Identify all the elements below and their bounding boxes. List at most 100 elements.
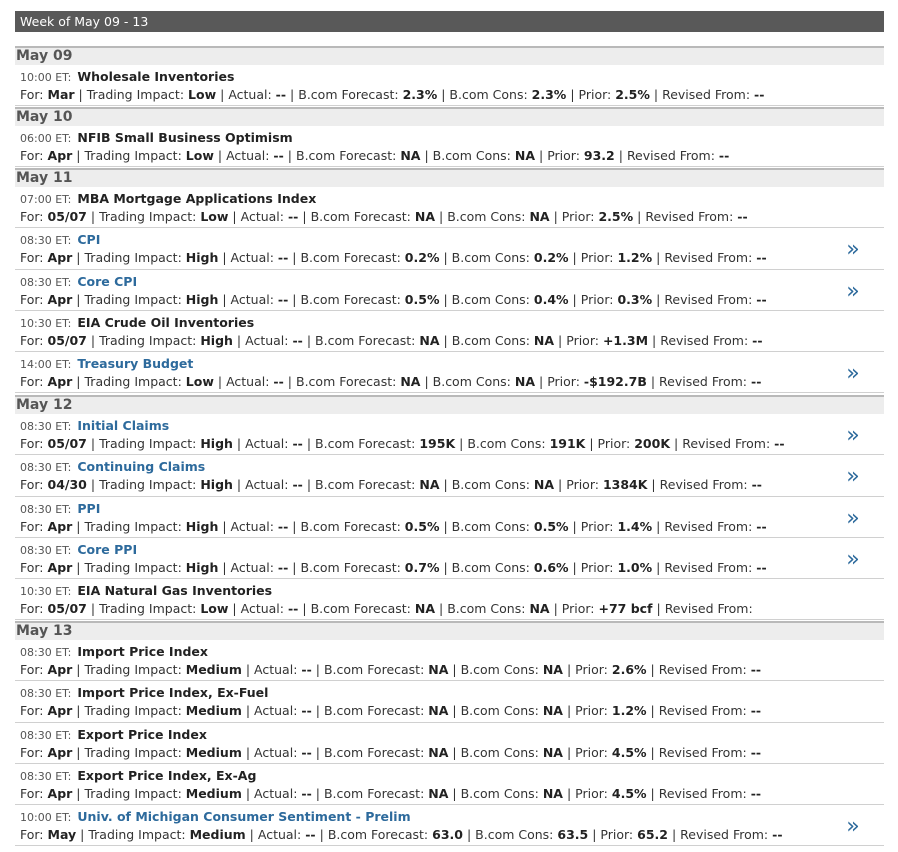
separator: | <box>245 785 251 801</box>
event-name-link[interactable]: Univ. of Michigan Consumer Sentiment - P… <box>77 809 410 824</box>
separator: | <box>656 291 661 307</box>
period-value: Apr <box>47 518 73 534</box>
event-time-zone: ET: <box>55 769 72 783</box>
separator: | <box>302 209 307 224</box>
event-time-zone: ET: <box>55 234 72 248</box>
bcom-consensus-value: 63.5 <box>557 827 589 843</box>
bcom-consensus-label: B.com Cons: <box>447 601 526 617</box>
separator: | <box>90 436 96 451</box>
period-value: Apr <box>47 703 73 719</box>
event-row: 08:30 ET: Continuing Claims For: 04/30 | T… <box>15 455 884 497</box>
event-name: MBA Mortgage Applications Index <box>77 191 317 206</box>
event-time-value: 08:30 <box>20 275 52 289</box>
event-details: For: Mar | Trading Impact: Low | Actual:… <box>20 86 764 104</box>
actual-label: Actual: <box>228 87 272 102</box>
period-value: May <box>47 827 77 843</box>
double-chevron-right-icon[interactable]: » <box>844 507 862 529</box>
prior-label: Prior: <box>547 374 580 390</box>
bcom-consensus-label: B.com Cons: <box>460 703 539 719</box>
event-name-link[interactable]: Initial Claims <box>77 418 169 433</box>
separator: | <box>656 559 661 575</box>
event-time-value: 08:30 <box>20 502 52 516</box>
event-name-link[interactable]: PPI <box>77 501 100 516</box>
bcom-forecast-label: B.com Forecast: <box>300 559 401 575</box>
event-name-link[interactable]: Treasury Budget <box>77 356 193 371</box>
bcom-forecast-label: B.com Forecast: <box>323 703 425 719</box>
event-heading: 08:30 ET: Import Price Index <box>20 642 208 660</box>
double-chevron-right-icon[interactable]: » <box>844 280 862 302</box>
week-header: Week of May 09 - 13 <box>15 11 884 32</box>
separator: | <box>424 148 429 163</box>
double-chevron-right-icon[interactable]: » <box>844 816 862 838</box>
event-time-value: 10:30 <box>20 585 52 599</box>
event-row: 14:00 ET: Treasury Budget For: Apr | Tradi… <box>15 352 884 394</box>
actual-value: -- <box>277 559 289 575</box>
event-heading: 14:00 ET: Treasury Budget <box>20 354 193 372</box>
day-header: May 11 <box>15 168 884 187</box>
double-chevron-right-icon[interactable]: » <box>844 548 862 570</box>
bcom-forecast-label: B.com Forecast: <box>298 87 399 102</box>
separator: | <box>572 250 577 266</box>
event-time-value: 08:30 <box>20 461 52 475</box>
event-time-zone: ET: <box>55 461 72 475</box>
prior-value: 1384K <box>602 477 648 493</box>
event-row: 08:30 ET: Export Price Index For: Apr | Tr… <box>15 723 884 764</box>
separator: | <box>452 785 457 801</box>
event-heading: 08:30 ET: Import Price Index, Ex-Fuel <box>20 683 268 701</box>
double-chevron-right-icon[interactable]: » <box>844 425 862 447</box>
event-time-zone: ET: <box>55 585 72 599</box>
double-chevron-right-icon[interactable]: » <box>844 466 862 488</box>
event-name-link[interactable]: Core CPI <box>77 274 137 289</box>
event-name-link[interactable]: Core PPI <box>77 542 137 557</box>
event-time: 14:00 ET: <box>20 358 71 371</box>
separator: | <box>222 518 227 534</box>
separator: | <box>618 148 623 163</box>
trading-impact-label: Trading Impact: <box>84 744 182 760</box>
actual-value: -- <box>301 744 312 760</box>
bcom-forecast-label: B.com Forecast: <box>300 291 401 307</box>
separator: | <box>292 559 297 575</box>
event-details: For: Apr | Trading Impact: High | Actual… <box>20 518 767 536</box>
revised-from-label: Revised From: <box>658 662 747 677</box>
bcom-forecast-value: NA <box>428 785 449 801</box>
separator: | <box>76 559 81 575</box>
separator: | <box>245 703 251 719</box>
actual-value: -- <box>277 291 289 307</box>
separator: | <box>315 785 320 801</box>
separator: | <box>292 250 297 266</box>
bcom-forecast-value: NA <box>428 744 449 760</box>
event-row: 10:30 ET: EIA Crude Oil Inventories For: 0… <box>15 311 884 353</box>
event-name-link[interactable]: Continuing Claims <box>77 459 205 474</box>
separator: | <box>558 332 563 348</box>
revised-from-value: -- <box>754 87 765 102</box>
double-chevron-right-icon[interactable]: » <box>844 239 862 261</box>
event-time-zone: ET: <box>55 132 72 145</box>
actual-value: -- <box>301 703 312 719</box>
double-chevron-right-icon[interactable]: » <box>844 363 862 385</box>
event-time-zone: ET: <box>55 358 72 372</box>
trading-impact-value: Low <box>185 148 214 163</box>
period-value: 05/07 <box>47 601 87 617</box>
event-row: 08:30 ET: CPI For: Apr | Trading Impact: H… <box>15 228 884 270</box>
revised-from-label: Revised From: <box>664 559 753 575</box>
separator: | <box>452 662 457 677</box>
bcom-forecast-value: NA <box>400 374 421 390</box>
day-header: May 10 <box>15 107 884 126</box>
bcom-consensus-value: NA <box>514 148 536 163</box>
separator: | <box>650 374 656 390</box>
event-heading: 08:30 ET: Core PPI <box>20 540 137 558</box>
bcom-forecast-value: 195K <box>419 436 456 451</box>
bcom-consensus-label: B.com Cons: <box>451 291 530 307</box>
separator: | <box>650 785 655 801</box>
event-heading: 10:30 ET: EIA Crude Oil Inventories <box>20 313 254 331</box>
separator: | <box>236 436 242 451</box>
separator: | <box>441 87 446 102</box>
bcom-consensus-value: NA <box>542 703 563 719</box>
revised-from-value: -- <box>756 250 767 266</box>
event-name-link[interactable]: CPI <box>77 232 100 247</box>
prior-label: Prior: <box>547 148 580 163</box>
bcom-consensus-label: B.com Cons: <box>460 662 539 677</box>
actual-value: -- <box>287 209 299 224</box>
revised-from-value: -- <box>750 744 762 760</box>
revised-from-label: Revised From: <box>626 148 715 163</box>
